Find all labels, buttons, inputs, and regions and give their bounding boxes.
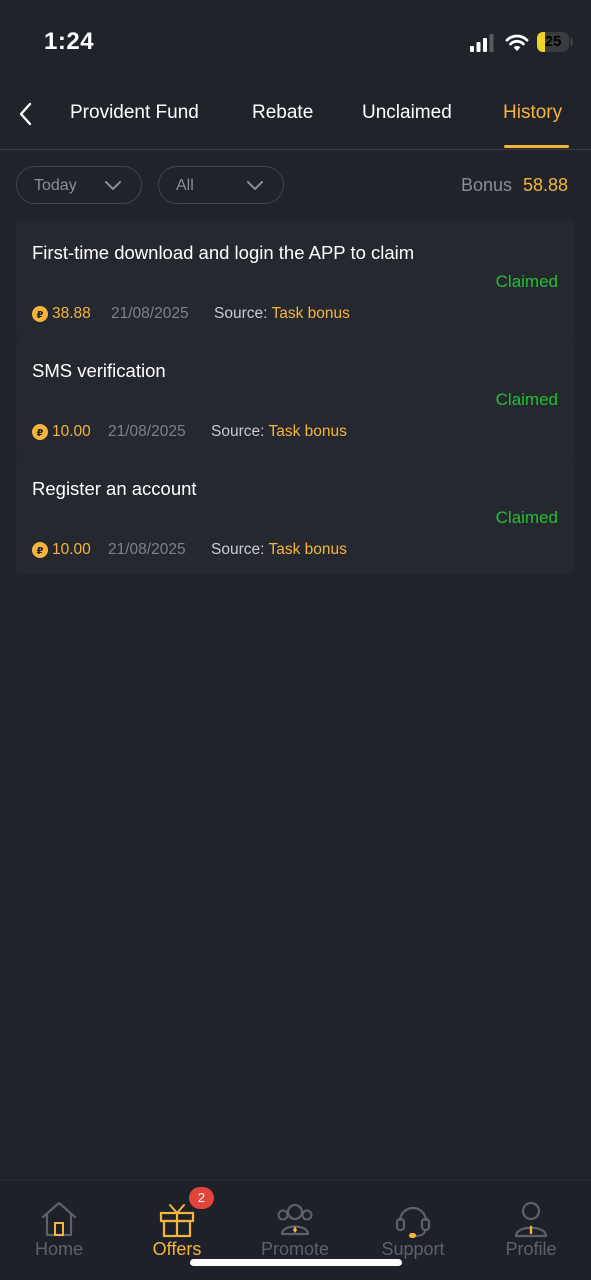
nav-profile[interactable]: Profile [472,1181,590,1280]
record-date: 21/08/2025 [108,541,186,558]
record-amount: 10.00 [52,423,91,440]
history-record-card: SMS verification Claimed ₽ 10.00 21/08/2… [16,338,575,456]
record-amount: 10.00 [52,541,91,558]
record-source-label: Source: [214,305,268,322]
record-source-value: Task bonus [268,541,347,558]
record-source: Source: Task bonus [211,423,347,441]
record-source-value: Task bonus [271,305,350,322]
coin-icon: ₽ [32,424,48,440]
record-date: 21/08/2025 [108,423,186,440]
record-status: Claimed [495,390,558,409]
tab-provident-fund[interactable]: Provident Fund [70,102,199,124]
nav-home-label: Home [34,1239,83,1259]
status-time: 1:24 [44,28,95,55]
active-tab-indicator [504,145,569,148]
person-icon [514,1201,548,1238]
battery-icon: 25 [537,32,573,52]
cellular-signal-icon [470,34,494,52]
back-chevron-icon[interactable] [14,100,40,128]
type-filter-dropdown[interactable]: All [158,166,284,204]
home-icon [41,1201,77,1237]
wifi-icon [505,34,529,51]
record-status: Claimed [495,272,558,291]
coin-icon: ₽ [32,542,48,558]
coin-icon: ₽ [32,306,48,322]
record-source: Source: Task bonus [211,541,347,559]
history-record-card: First-time download and login the APP to… [16,220,575,338]
people-icon [277,1203,313,1236]
record-amount: 38.88 [52,305,91,322]
headset-icon [395,1206,431,1238]
tab-unclaimed[interactable]: Unclaimed [362,102,452,124]
date-filter-value: Today [34,177,77,194]
record-source-value: Task bonus [268,423,347,440]
record-title: First-time download and login the APP to… [32,242,415,263]
type-filter-value: All [176,177,194,194]
record-source-label: Source: [211,423,265,440]
home-indicator[interactable] [190,1259,402,1266]
battery-percent: 25 [544,33,562,50]
tab-history[interactable]: History [503,102,562,124]
nav-promote-label: Promote [260,1239,330,1259]
bonus-total: 58.88 [523,175,569,195]
svg-text:₽: ₽ [37,428,44,439]
record-status: Claimed [495,508,558,527]
chevron-down-icon [247,181,263,190]
record-title: Register an account [32,478,197,499]
nav-profile-label: Profile [505,1239,557,1259]
offers-notification-badge: 2 [189,1187,214,1209]
record-source: Source: Task bonus [214,305,350,323]
nav-offers-label: Offers [152,1239,202,1259]
svg-text:₽: ₽ [37,310,44,321]
date-filter-dropdown[interactable]: Today [16,166,142,204]
tab-rebate[interactable]: Rebate [252,102,313,124]
nav-home[interactable]: Home [0,1181,118,1280]
chevron-down-icon [105,181,121,190]
status-bar: 1:24 25 [0,0,591,80]
top-tab-bar: Provident Fund Rebate Unclaimed History [0,80,591,150]
bonus-label: Bonus [461,175,513,195]
record-title: SMS verification [32,360,166,381]
history-record-card: Register an account Claimed ₽ 10.00 21/0… [16,456,575,574]
svg-text:₽: ₽ [37,546,44,557]
record-date: 21/08/2025 [111,305,189,322]
record-source-label: Source: [211,541,265,558]
nav-support-label: Support [381,1239,445,1259]
